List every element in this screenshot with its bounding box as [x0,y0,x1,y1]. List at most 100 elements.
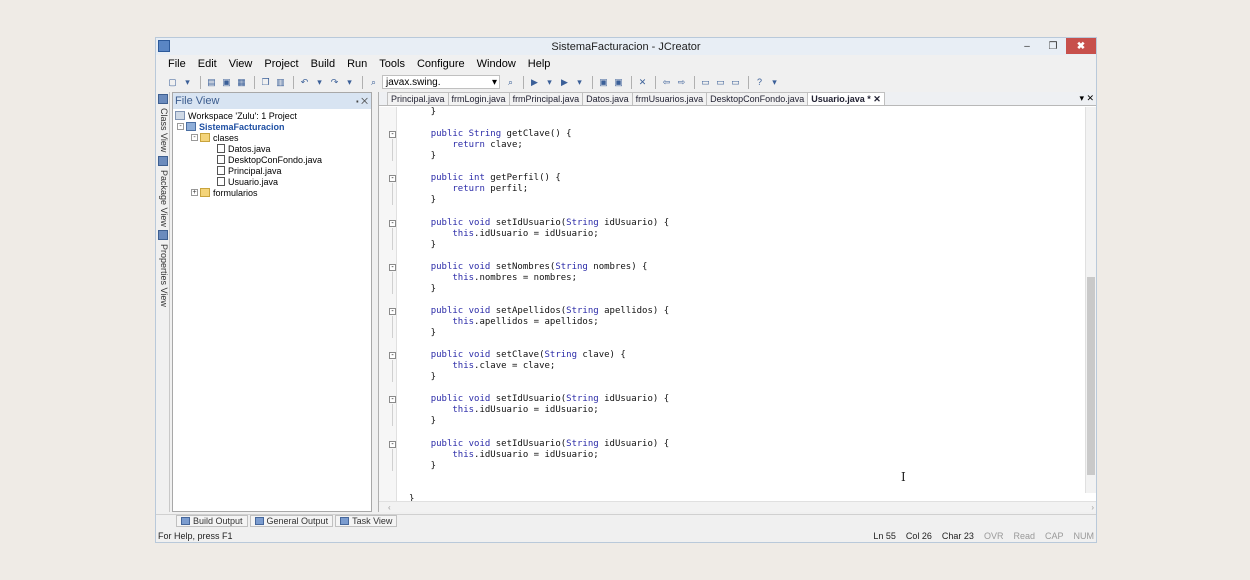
redo-icon[interactable]: ↷ [328,76,341,88]
menu-project[interactable]: Project [264,58,298,70]
menu-file[interactable]: File [168,58,186,70]
tree-item-file[interactable]: Usuario.java [217,176,278,187]
tree-item-project[interactable]: - SistemaFacturacion [177,121,285,132]
restore-button[interactable]: ❐ [1040,38,1066,54]
chevron-down-icon[interactable]: ▾ [492,77,497,88]
code-line: public void setIdUsuario(String idUsuari… [430,217,670,228]
find-in-files-icon[interactable]: ⌕ [504,76,517,88]
editor-tab[interactable]: DesktopConFondo.java [706,92,809,105]
find-icon[interactable]: ⌕ [367,76,380,88]
open-icon[interactable]: ▤ [205,76,218,88]
menu-tools[interactable]: Tools [379,58,405,70]
dropdown-arrow-icon[interactable]: ▾ [573,76,586,88]
scroll-left-icon[interactable]: ‹ [388,503,391,512]
vertical-scrollbar[interactable] [1085,107,1096,493]
code-line: public void setIdUsuario(String idUsuari… [430,394,670,405]
fold-toggle-icon[interactable]: - [389,396,396,404]
code-line: } [409,283,437,294]
fold-toggle-icon[interactable]: - [389,440,396,448]
stop-icon[interactable]: ✕ [636,76,649,88]
file-view-title: File View [175,95,220,107]
pin-icon[interactable]: ⬝ [356,96,358,106]
close-tab-icon[interactable]: ✕ [873,94,881,104]
tile-icon[interactable]: ▭ [729,76,742,88]
copy-icon[interactable]: ❐ [259,76,272,88]
fold-toggle-icon[interactable]: - [389,175,396,183]
tab-general-output[interactable]: General Output [249,515,334,527]
window-title: SistemaFacturacion - JCreator [551,40,701,53]
back-icon[interactable]: ⇦ [660,76,673,88]
side-tab-package-view[interactable]: Package View [157,156,169,228]
menu-run[interactable]: Run [347,58,367,70]
fold-toggle-icon[interactable]: - [389,352,396,360]
collapse-icon[interactable]: - [191,134,198,141]
dropdown-arrow-icon[interactable]: ▾ [543,76,556,88]
fold-toggle-icon[interactable]: - [389,219,396,227]
fold-line [392,271,393,294]
dropdown-arrow-icon[interactable]: ▾ [343,76,356,88]
workspace-icon [175,111,185,120]
tree-item-workspace[interactable]: Workspace 'Zulu': 1 Project [175,110,297,121]
editor-tab[interactable]: Datos.java [582,92,633,105]
compile-icon[interactable]: ▣ [597,76,610,88]
build-icon[interactable]: ▣ [612,76,625,88]
help-icon[interactable]: ? [753,76,766,88]
menu-build[interactable]: Build [311,58,335,70]
jcreator-window: SistemaFacturacion - JCreator – ❐ ✖ File… [155,37,1097,543]
save-icon[interactable]: ▣ [220,76,233,88]
run-project-icon[interactable]: ▶ [558,76,571,88]
paste-icon[interactable]: ▥ [274,76,287,88]
forward-icon[interactable]: ⇨ [675,76,688,88]
editor-tab[interactable]: frmPrincipal.java [508,92,584,105]
find-combo[interactable]: javax.swing. ▾ [382,75,500,89]
close-button[interactable]: ✖ [1066,38,1096,54]
save-all-icon[interactable]: ▦ [235,76,248,88]
side-tab-class-view[interactable]: Class View [157,94,169,154]
folder-label: formularios [213,187,258,198]
status-bar: For Help, press F1 Ln 55 Col 26 Char 23 … [156,528,1096,542]
folder-icon [200,133,210,142]
collapse-icon[interactable]: - [177,123,184,130]
expand-icon[interactable]: + [191,189,198,196]
tab-build-output[interactable]: Build Output [176,515,248,527]
close-icon[interactable]: ✕ [361,96,368,106]
code-line: public int getPerfil() { [430,173,561,184]
tree-item-folder-formularios[interactable]: + formularios [191,187,258,198]
new-file-icon[interactable]: ▢ [166,76,179,88]
editor-tab[interactable]: frmLogin.java [447,92,510,105]
toolbar-separator [293,75,294,89]
editor-tab[interactable]: frmUsuarios.java [631,92,708,105]
scroll-right-icon[interactable]: › [1091,503,1094,512]
horizontal-scrollbar[interactable]: ‹ › [379,501,1096,512]
tree-item-file[interactable]: DesktopConFondo.java [217,154,322,165]
editor-tab[interactable]: Principal.java [387,92,449,105]
run-icon[interactable]: ▶ [528,76,541,88]
code-line: this.idUsuario = idUsuario; [452,405,599,416]
fold-line [392,404,393,427]
menu-edit[interactable]: Edit [198,58,217,70]
editor-tab-active[interactable]: Usuario.java * ✕ [807,92,885,105]
toolbar-options-icon[interactable]: ▾ [768,76,781,88]
fold-toggle-icon[interactable]: - [389,307,396,315]
side-tab-properties-view[interactable]: Properties View [157,230,169,310]
fold-toggle-icon[interactable]: - [389,263,396,271]
tree-item-folder-clases[interactable]: - clases [191,132,239,143]
tab-task-view[interactable]: Task View [335,515,398,527]
minimize-button[interactable]: – [1014,38,1040,54]
menu-help[interactable]: Help [528,58,551,70]
fold-toggle-icon[interactable]: - [389,131,396,139]
code-line: public void setApellidos(String apellido… [430,305,670,316]
scrollbar-thumb[interactable] [1087,277,1095,475]
menu-window[interactable]: Window [477,58,516,70]
tree-item-file[interactable]: Datos.java [217,143,271,154]
menu-view[interactable]: View [229,58,253,70]
cascade-icon[interactable]: ▭ [714,76,727,88]
tab-list-controls[interactable]: ▾ ✕ [1079,93,1094,104]
menu-configure[interactable]: Configure [417,58,465,70]
dropdown-arrow-icon[interactable]: ▾ [313,76,326,88]
tree-item-file[interactable]: Principal.java [217,165,282,176]
undo-icon[interactable]: ↶ [298,76,311,88]
window-icon[interactable]: ▭ [699,76,712,88]
dropdown-arrow-icon[interactable]: ▾ [181,76,194,88]
code-line: return perfil; [452,184,529,195]
